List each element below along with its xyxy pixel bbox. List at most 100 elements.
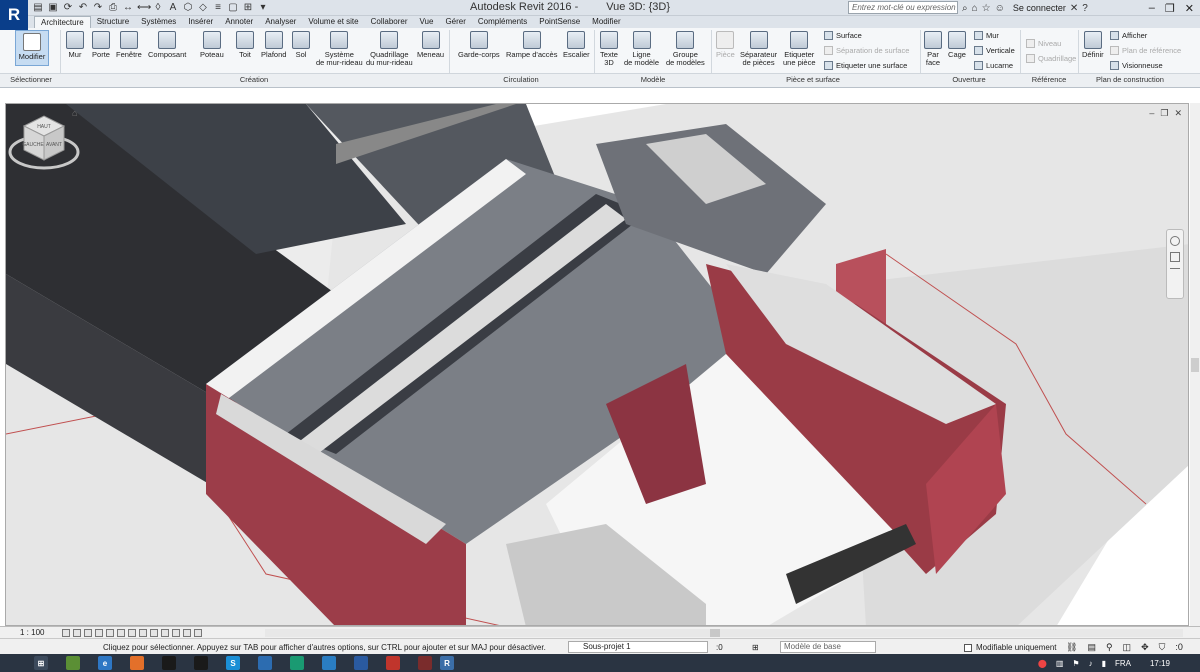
crop-view-icon[interactable]	[117, 628, 126, 637]
vertical-scrollbar[interactable]	[1190, 103, 1200, 626]
tab-modify[interactable]: Modifier	[586, 16, 626, 28]
help-icon[interactable]: ?	[1082, 3, 1088, 14]
component-button[interactable]: Composant	[148, 31, 186, 59]
floor-button[interactable]: Sol	[292, 31, 310, 59]
sync-icon[interactable]: ⟳	[62, 2, 74, 14]
shadows-icon[interactable]	[95, 628, 104, 637]
tab-structure[interactable]: Structure	[91, 16, 135, 28]
railing-button[interactable]: Garde-corps	[458, 31, 500, 59]
drag-elements-icon[interactable]: ✥	[1141, 642, 1149, 653]
level-button[interactable]: Niveau	[1026, 39, 1061, 48]
recorder-taskbar-icon[interactable]	[418, 656, 432, 670]
app-taskbar-icon[interactable]	[162, 656, 176, 670]
tab-analyze[interactable]: Analyser	[259, 16, 302, 28]
render-icon[interactable]	[106, 628, 115, 637]
design-options-icon[interactable]: ⊞	[752, 643, 759, 652]
vertical-opening-button[interactable]: Verticale	[974, 46, 1015, 55]
skype-taskbar-icon[interactable]: S	[226, 656, 240, 670]
acrobat-tray-icon[interactable]: ⬤	[1038, 659, 1047, 668]
thin-lines-icon[interactable]: ≡	[212, 2, 224, 14]
customize-qat-icon[interactable]: ▾	[257, 2, 269, 14]
roof-button[interactable]: Toit	[236, 31, 254, 59]
horizontal-scrollbar[interactable]	[265, 629, 1183, 637]
save-icon[interactable]: ▣	[47, 2, 59, 14]
room-separator-button[interactable]: Séparateur de pièces	[740, 31, 777, 67]
tab-manage[interactable]: Gérer	[439, 16, 471, 28]
ramp-button[interactable]: Rampe d'accès	[506, 31, 557, 59]
viewcube[interactable]: HAUT GAUCHE AVANT ⌂	[6, 104, 86, 184]
sun-path-icon[interactable]	[84, 628, 93, 637]
search-input[interactable]: Entrez mot-clé ou expression	[848, 1, 958, 14]
tab-massing-site[interactable]: Volume et site	[302, 16, 364, 28]
firefox-taskbar-icon[interactable]	[130, 656, 144, 670]
panel-select[interactable]: Sélectionner	[10, 75, 52, 84]
model-line-button[interactable]: Ligne de modèle	[624, 31, 659, 67]
tag-room-button[interactable]: Etiqueter une pièce	[783, 31, 816, 67]
application-menu-button[interactable]: R	[0, 0, 28, 30]
tag-area-button[interactable]: Etiqueter une surface	[824, 61, 907, 70]
editable-only-toggle[interactable]: Modifiable uniquement	[964, 643, 1057, 652]
dormer-button[interactable]: Lucarne	[974, 61, 1013, 70]
measure-icon[interactable]: ↔	[122, 2, 134, 14]
battery-tray-icon[interactable]: ▮	[1102, 659, 1106, 668]
show-work-plane-button[interactable]: Afficher	[1110, 31, 1147, 40]
word-taskbar-icon[interactable]	[354, 656, 368, 670]
select-underlay-icon[interactable]: ▤	[1087, 642, 1096, 653]
section-icon[interactable]: ◇	[197, 2, 209, 14]
excel-taskbar-icon[interactable]	[66, 656, 80, 670]
room-button[interactable]: Pièce	[716, 31, 735, 59]
redo-icon[interactable]: ↷	[92, 2, 104, 14]
select-by-face-icon[interactable]: ◫	[1123, 642, 1132, 653]
dimension-icon[interactable]: ⟷	[137, 2, 151, 14]
app2-taskbar-icon[interactable]	[194, 656, 208, 670]
wall-button[interactable]: Mur	[66, 31, 84, 59]
sign-in-link[interactable]: Se connecter	[1013, 3, 1066, 13]
steering-wheel-icon[interactable]	[1170, 236, 1180, 246]
tab-architecture[interactable]: Architecture	[34, 16, 91, 28]
model-text-button[interactable]: Texte 3D	[600, 31, 618, 67]
lock-view-icon[interactable]	[139, 628, 148, 637]
input-language[interactable]: FRA	[1115, 659, 1131, 668]
design-option-dropdown[interactable]: Modèle de base	[780, 641, 876, 653]
3d-viewport[interactable]: – ❐ ✕ HAUT GAUCHE AVANT ⌂	[5, 103, 1189, 626]
by-face-button[interactable]: Par face	[924, 31, 942, 67]
open-icon[interactable]: ▤	[32, 2, 44, 14]
viewport-close-button[interactable]: ✕	[1174, 108, 1182, 119]
network-tray-icon[interactable]: ▥	[1056, 659, 1064, 668]
clock[interactable]: 17:19	[1150, 659, 1170, 668]
start-button-icon[interactable]: ⊞	[34, 656, 48, 670]
modify-button[interactable]: Modifier	[15, 30, 49, 66]
3d-view-icon[interactable]: ⬡	[182, 2, 194, 14]
undo-icon[interactable]: ↶	[77, 2, 89, 14]
exchange-icon[interactable]: ✕	[1070, 3, 1078, 14]
acrobat-taskbar-icon[interactable]	[386, 656, 400, 670]
outlook-taskbar-icon[interactable]	[258, 656, 272, 670]
view-scale[interactable]: 1 : 100	[20, 628, 44, 637]
editable-only-checkbox[interactable]	[964, 643, 972, 652]
set-work-plane-button[interactable]: Définir	[1082, 31, 1104, 59]
close-hidden-icon[interactable]: ▢	[227, 2, 239, 14]
search-icon[interactable]: ⌕	[962, 3, 968, 14]
horizontal-scroll-thumb[interactable]	[710, 629, 720, 637]
panel-room-area[interactable]: Pièce et surface	[786, 75, 840, 84]
viewer-taskbar-icon[interactable]	[290, 656, 304, 670]
select-pinned-icon[interactable]: ⚲	[1106, 642, 1113, 653]
subscription-icon[interactable]: ⌂	[972, 3, 978, 14]
ceiling-button[interactable]: Plafond	[261, 31, 286, 59]
tab-insert[interactable]: Insérer	[182, 16, 219, 28]
stair-button[interactable]: Escalier	[563, 31, 590, 59]
tab-annotate[interactable]: Annoter	[219, 16, 259, 28]
text-icon[interactable]: A	[167, 2, 179, 14]
visual-style-icon[interactable]	[73, 628, 82, 637]
print-icon[interactable]: ⎙	[107, 2, 119, 14]
minimize-button[interactable]: –	[1149, 2, 1155, 14]
highlight-displacement-icon[interactable]	[183, 628, 192, 637]
tab-collaborate[interactable]: Collaborer	[365, 16, 414, 28]
ref-plane-button[interactable]: Plan de référence	[1110, 46, 1181, 55]
filter-icon[interactable]: ⛉	[1159, 642, 1166, 653]
window-button[interactable]: Fenêtre	[116, 31, 142, 59]
door-button[interactable]: Porte	[92, 31, 110, 59]
favorites-icon[interactable]: ☆	[982, 3, 991, 14]
curtain-grid-button[interactable]: Quadrillage du mur-rideau	[366, 31, 413, 67]
active-workset-dropdown[interactable]: Sous-projet 1	[568, 641, 708, 653]
